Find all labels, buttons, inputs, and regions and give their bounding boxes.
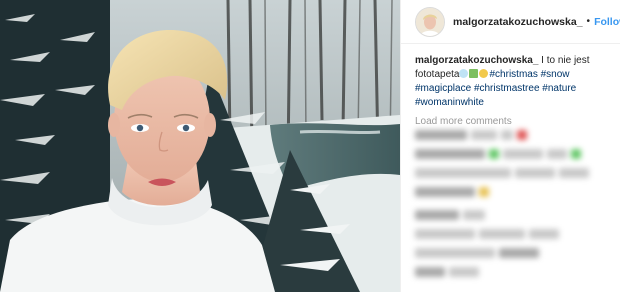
hashtag-christmas[interactable]: #christmas: [489, 69, 537, 80]
separator-dot: •: [586, 16, 591, 27]
follow-button[interactable]: Follow: [594, 16, 620, 28]
comment-row: [415, 265, 615, 278]
hashtag-nature[interactable]: #nature: [542, 83, 576, 94]
hashtag-womaninwhite[interactable]: #womaninwhite: [415, 97, 484, 108]
avatar-image: [416, 7, 444, 36]
snowflake-emoji-icon: [459, 69, 469, 78]
hashtag-christmastree[interactable]: #christmastree: [474, 83, 540, 94]
comment-row: [415, 166, 615, 179]
post-caption: malgorzatakozuchowska_ I to nie jest fot…: [401, 44, 620, 110]
tree-emoji-icon: [469, 69, 479, 78]
post-header: malgorzatakozuchowska_ • Follow: [401, 0, 620, 44]
avatar[interactable]: [415, 6, 445, 37]
post-photo: [0, 0, 400, 292]
photo-scene: [0, 0, 400, 292]
comment-row: [415, 185, 615, 198]
comment-row: [415, 227, 615, 240]
post-username[interactable]: malgorzatakozuchowska_: [453, 16, 583, 28]
load-more-comments-link[interactable]: Load more comments: [415, 116, 620, 127]
comment-row: [415, 246, 615, 259]
caption-username[interactable]: malgorzatakozuchowska_: [415, 55, 538, 66]
blurred-comments: [415, 128, 615, 284]
comment-row: [415, 147, 615, 160]
hashtag-snow[interactable]: #snow: [541, 69, 570, 80]
hashtag-magicplace[interactable]: #magicplace: [415, 83, 471, 94]
post-side-panel: malgorzatakozuchowska_ • Follow malgorza…: [400, 0, 620, 292]
comment-row: [415, 208, 615, 221]
smile-emoji-icon: [479, 69, 489, 78]
comment-row: [415, 128, 615, 141]
